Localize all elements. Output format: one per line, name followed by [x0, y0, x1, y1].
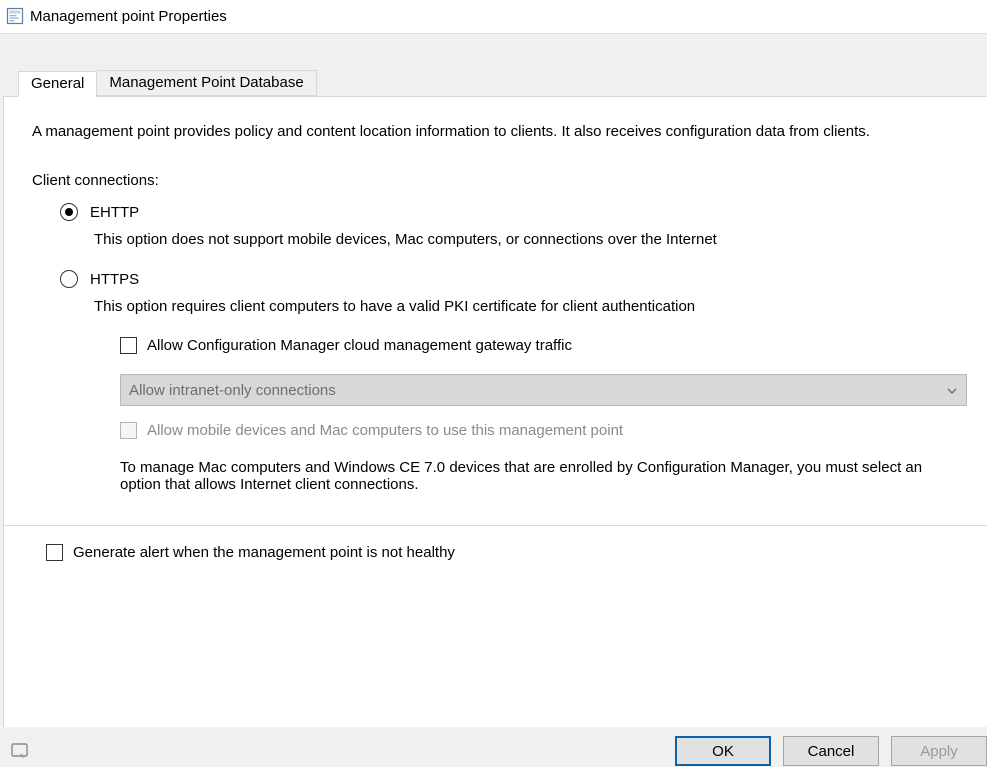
window-title: Management point Properties	[30, 8, 227, 25]
app-icon	[6, 7, 24, 25]
tab-general[interactable]: General	[18, 71, 97, 97]
cancel-button[interactable]: Cancel	[783, 736, 879, 766]
tab-management-point-database[interactable]: Management Point Database	[97, 70, 316, 96]
connection-scope-dropdown[interactable]: Allow intranet-only connections	[120, 374, 967, 406]
tab-panel-general: A management point provides policy and c…	[3, 96, 987, 727]
title-bar: Management point Properties	[0, 0, 987, 33]
radio-label: EHTTP	[90, 204, 139, 221]
ok-button[interactable]: OK	[675, 736, 771, 766]
checkbox-label: Generate alert when the management point…	[73, 544, 455, 561]
chevron-down-icon	[946, 384, 958, 396]
dialog-button-bar: OK Cancel Apply	[0, 727, 987, 767]
radio-label: HTTPS	[90, 271, 139, 288]
checkbox-label: Allow mobile devices and Mac computers t…	[147, 422, 623, 439]
apply-button[interactable]: Apply	[891, 736, 987, 766]
dropdown-value: Allow intranet-only connections	[129, 382, 336, 399]
checkbox-label: Allow Configuration Manager cloud manage…	[147, 337, 572, 354]
help-icon[interactable]	[10, 740, 32, 762]
radio-icon	[60, 203, 78, 221]
checkbox-allow-mobile: Allow mobile devices and Mac computers t…	[120, 422, 967, 439]
https-hint: This option requires client computers to…	[94, 298, 967, 315]
checkbox-icon	[120, 337, 137, 354]
checkbox-generate-alert[interactable]: Generate alert when the management point…	[46, 544, 967, 561]
description-text: A management point provides policy and c…	[32, 123, 967, 140]
radio-ehttp[interactable]: EHTTP	[60, 203, 967, 221]
ehttp-hint: This option does not support mobile devi…	[94, 231, 967, 248]
client-area: General Management Point Database A mana…	[0, 33, 987, 767]
separator	[4, 525, 987, 526]
tab-strip: General Management Point Database	[18, 68, 987, 96]
checkbox-icon	[120, 422, 137, 439]
mac-note: To manage Mac computers and Windows CE 7…	[120, 459, 967, 493]
radio-https[interactable]: HTTPS	[60, 270, 967, 288]
radio-icon	[60, 270, 78, 288]
https-sub-options: Allow Configuration Manager cloud manage…	[120, 337, 967, 493]
client-connections-group: EHTTP This option does not support mobil…	[60, 203, 967, 493]
client-connections-label: Client connections:	[32, 172, 967, 189]
checkbox-icon	[46, 544, 63, 561]
checkbox-allow-cmg[interactable]: Allow Configuration Manager cloud manage…	[120, 337, 967, 354]
